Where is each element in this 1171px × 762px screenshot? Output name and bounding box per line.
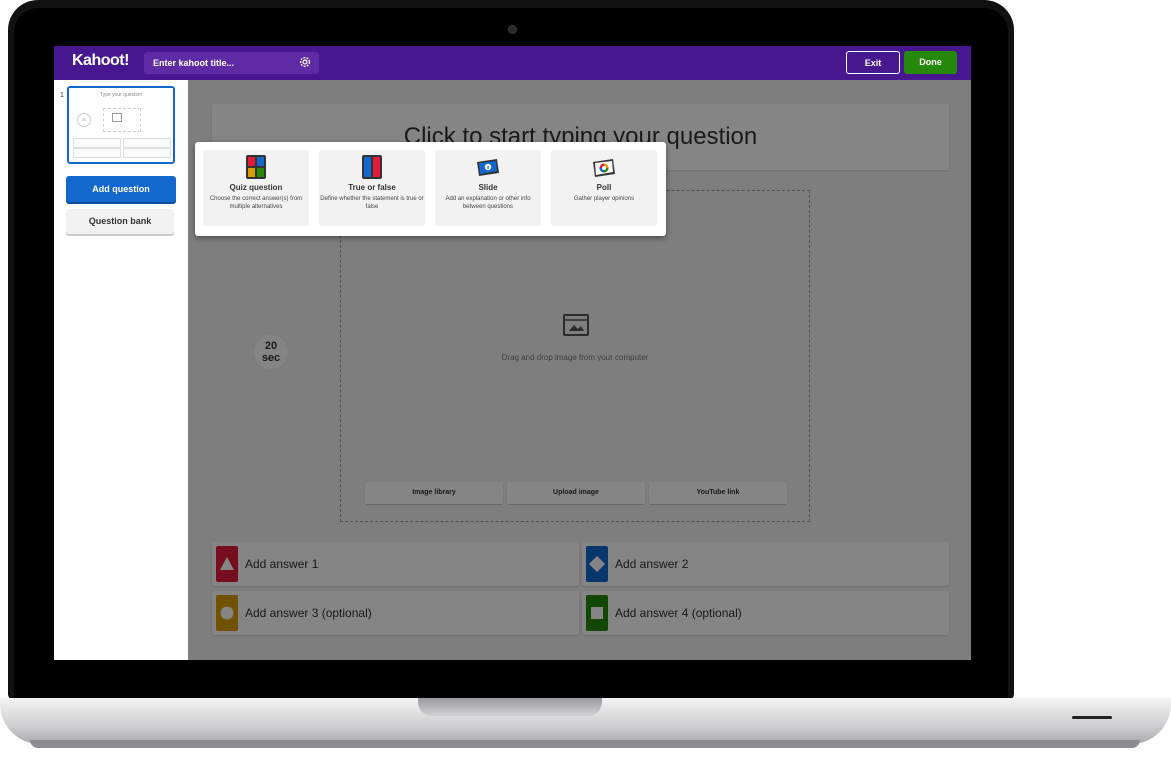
quiz-icon — [246, 155, 266, 179]
app-screen: Kahoot! Enter kahoot title... Exit Done … — [54, 46, 971, 660]
true-or-false-description: Define whether the statement is true or … — [320, 196, 424, 210]
quiz-question-description: Choose the correct answer(s) from multip… — [209, 196, 303, 210]
done-button[interactable]: Done — [904, 51, 957, 74]
kahoot-logo[interactable]: Kahoot! — [72, 52, 129, 70]
question-bank-button[interactable]: Question bank — [66, 209, 174, 234]
poll-title: Poll — [596, 183, 612, 192]
thumbnail-timer: 20 — [77, 113, 91, 127]
kahoot-title-placeholder: Enter kahoot title... — [153, 58, 235, 68]
slide-description: Add an explanation or other info between… — [445, 196, 531, 210]
top-bar: Kahoot! Enter kahoot title... Exit Done — [54, 46, 971, 80]
sidebar: 1 Type your question 20 Add question Que… — [54, 80, 188, 660]
question-type-popup: Quiz question Choose the correct answer(… — [195, 142, 666, 236]
slide-thumbnail[interactable]: Type your question 20 — [67, 86, 175, 164]
thumbnail-answer — [123, 148, 171, 158]
true-false-icon — [362, 155, 382, 179]
true-or-false-option[interactable]: True or false Define whether the stateme… — [319, 150, 425, 226]
thumbnail-answer — [73, 148, 121, 158]
thumbnail-answer — [73, 138, 121, 148]
poll-description: Gather player opinions — [573, 196, 635, 202]
add-question-button[interactable]: Add question — [66, 176, 176, 202]
laptop-base-edge — [30, 740, 1140, 748]
laptop-hinge-notch — [418, 698, 602, 716]
true-or-false-title: True or false — [348, 183, 396, 192]
thumbnail-answer — [123, 138, 171, 148]
slide-icon — [477, 159, 499, 176]
slide-number: 1 — [60, 92, 64, 99]
kahoot-title-input[interactable]: Enter kahoot title... — [144, 52, 319, 74]
image-icon — [112, 113, 122, 122]
thumbnail-image-placeholder — [103, 108, 141, 132]
laptop-indicator — [1072, 716, 1112, 719]
poll-icon — [593, 159, 615, 177]
quiz-question-option[interactable]: Quiz question Choose the correct answer(… — [203, 150, 309, 226]
slide-title: Slide — [478, 183, 498, 192]
thumbnail-question-placeholder: Type your question — [99, 92, 143, 98]
exit-button[interactable]: Exit — [846, 51, 900, 74]
quiz-question-title: Quiz question — [229, 183, 283, 192]
gear-icon[interactable] — [298, 55, 312, 69]
poll-option[interactable]: Poll Gather player opinions — [551, 150, 657, 226]
camera-dot — [508, 25, 517, 34]
slide-option[interactable]: Slide Add an explanation or other info b… — [435, 150, 541, 226]
